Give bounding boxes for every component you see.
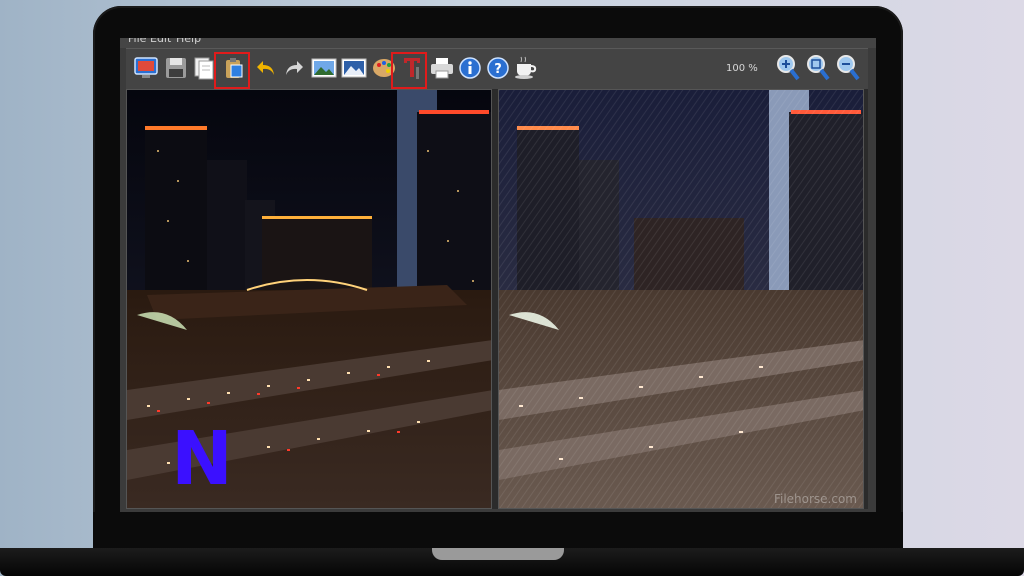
floppy-disk-icon — [166, 58, 186, 78]
info-button[interactable] — [456, 54, 484, 82]
help-button[interactable]: ? — [484, 54, 512, 82]
copy-icon — [194, 57, 214, 80]
menu-bar: File Edit Help — [120, 38, 876, 48]
zoom-in-icon — [777, 55, 800, 81]
zoom-out-icon — [837, 55, 860, 81]
zoom-level: 100 % — [726, 63, 758, 74]
monitor-icon — [134, 57, 158, 78]
watermark-text: Filehorse.com — [773, 492, 857, 506]
zoom-fit-button[interactable] — [804, 54, 832, 82]
undo-button[interactable] — [252, 54, 280, 82]
menu-file[interactable]: File — [128, 38, 146, 46]
laptop-notch — [432, 548, 564, 560]
open-button[interactable] — [132, 54, 160, 82]
menu-help[interactable]: Help — [176, 38, 201, 46]
print-button[interactable] — [428, 54, 456, 82]
highlight-paste — [214, 52, 250, 89]
coffee-cup-icon — [515, 56, 537, 79]
donate-button[interactable] — [512, 54, 540, 82]
svg-text:?: ? — [494, 62, 502, 77]
redo-button[interactable] — [280, 54, 308, 82]
undo-icon — [257, 61, 274, 75]
redo-icon — [286, 61, 303, 75]
help-icon: ? — [487, 57, 509, 79]
image-panes: N Filehorse.com — [126, 89, 868, 509]
zoom-fit-icon — [807, 55, 830, 81]
laptop-bezel — [93, 512, 903, 548]
original-image-pane[interactable]: N — [126, 89, 492, 509]
printer-icon — [431, 58, 453, 79]
landscape-icon — [311, 58, 337, 78]
zoom-in-button[interactable] — [774, 54, 802, 82]
highlight-text-tool — [391, 52, 427, 89]
info-icon — [459, 57, 481, 79]
original-image-button[interactable] — [310, 54, 338, 82]
save-button[interactable] — [162, 54, 190, 82]
toolbar: ? 100 % — [126, 48, 868, 90]
landscape-icon — [341, 58, 367, 78]
processed-image-pane[interactable]: Filehorse.com — [498, 89, 864, 509]
filtered-city-photo — [499, 90, 863, 508]
app-window: File Edit Help ? 100 % N Filehorse.com — [120, 38, 876, 512]
zoom-out-button[interactable] — [834, 54, 862, 82]
processed-image-button[interactable] — [340, 54, 368, 82]
menu-edit[interactable]: Edit — [150, 38, 171, 46]
n-letter-overlay: N — [171, 416, 233, 502]
